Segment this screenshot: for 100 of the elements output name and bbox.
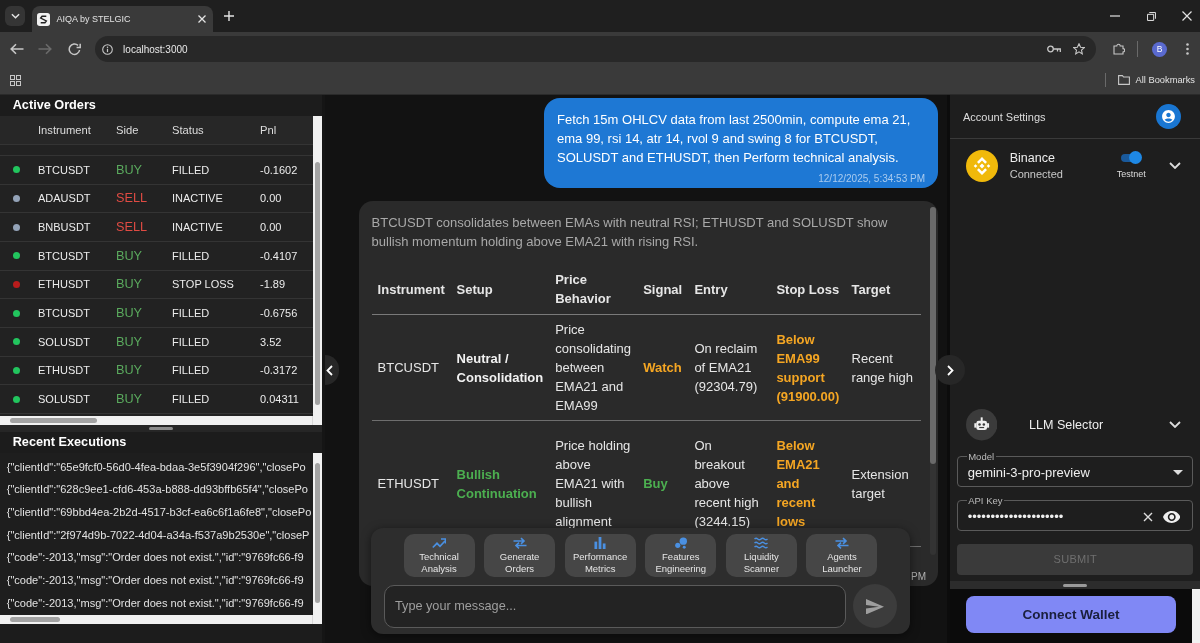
timestamp: PM <box>911 571 926 582</box>
table-cell-text: -0.6756 <box>259 307 299 320</box>
log-line: {"code":-2013,"msg":"Order does not exist.","id":"9769fc66-f9 <box>6 550 304 566</box>
model-select[interactable]: Model gemini-3-pro-preview <box>957 450 1194 487</box>
table-cell-text: STOP LOSS <box>171 278 235 291</box>
table-cell: Neutral / Consolidation <box>450 315 550 421</box>
star-icon[interactable] <box>1072 43 1085 55</box>
chevron-right-icon <box>946 364 954 376</box>
table-row[interactable]: SOLUSDT BUY FILLED 3.52 <box>0 327 313 357</box>
reload-icon[interactable] <box>67 42 81 56</box>
panel-title: Active Orders <box>11 97 96 114</box>
table-row[interactable]: BTCUSDT BUY FILLED -0.4107 <box>0 241 313 271</box>
table-row[interactable]: ADAUSDT SELL INACTIVE 0.00 <box>0 184 313 214</box>
table-cell-text: BUY <box>115 306 144 321</box>
scrollbar[interactable] <box>313 453 322 624</box>
connection-status: Connected <box>1009 166 1063 182</box>
column-header: Entry <box>688 264 771 315</box>
table-cell-text: FILLED <box>171 364 211 377</box>
quick-action-button[interactable]: Generate Orders <box>484 534 556 577</box>
exchange-logo-icon <box>965 149 998 182</box>
table-cell-text: BUY <box>115 392 144 407</box>
table-cell-text: 0.00 <box>259 192 283 205</box>
table-cell-text: SOLUSDT <box>37 335 91 348</box>
browser-tab[interactable]: AIQA by STELGIC <box>32 6 213 32</box>
table-row[interactable]: ETHUSDT BUY STOP LOSS -1.89 <box>0 270 313 300</box>
section-title: LLM Selector <box>1028 417 1105 432</box>
quick-action-button[interactable]: Liquidity Scanner <box>725 534 797 577</box>
close-icon[interactable] <box>197 15 206 23</box>
bar-chart-icon <box>593 537 608 550</box>
send-button[interactable] <box>853 584 897 629</box>
plus-icon[interactable] <box>224 11 234 21</box>
table-cell-text: BUY <box>115 248 144 263</box>
message-text: Fetch 15m OHLCV data from last 2500min, compute ema 21, ema 99, rsi 14, atr 14, rvol 9 and swing 8 for BTCUSDT, SOLUSDT and ETHUSDT, then Perform technical analysis. <box>557 111 912 168</box>
column-header: Pnl <box>259 124 278 136</box>
scrollbar[interactable] <box>930 207 936 555</box>
table-cell-text: SELL <box>115 191 149 206</box>
profile-button[interactable]: B <box>1152 41 1167 57</box>
swap-arrows-icon <box>835 537 849 550</box>
table-cell-text: BUY <box>115 277 144 292</box>
eye-icon[interactable] <box>1162 510 1181 523</box>
table-cell-text: FILLED <box>171 335 211 348</box>
scrollbar[interactable] <box>0 615 313 624</box>
log-line: {"code":-2013,"msg":"Order does not exist.","id":"9769fc66-f9 <box>6 573 304 589</box>
bubbles-icon <box>673 537 688 550</box>
chevron-left-icon <box>326 364 333 376</box>
panel-title: Account Settings <box>963 110 1047 123</box>
testnet-toggle[interactable] <box>1120 151 1143 165</box>
bookmarks-folder[interactable]: All Bookmarks <box>1117 75 1195 85</box>
log-line: {"code":-2013,"msg":"Order does not exist.","id":"9769fc66-f9 <box>6 595 304 611</box>
connect-wallet-button[interactable]: Connect Wallet <box>966 595 1176 633</box>
quick-action-button[interactable]: Technical Analysis <box>403 534 475 577</box>
chevron-down-icon[interactable] <box>1168 421 1181 429</box>
table-row[interactable]: BTCUSDT BUY FILLED -0.6756 <box>0 299 313 328</box>
robot-icon <box>966 409 998 441</box>
waves-icon <box>754 537 769 550</box>
table-row[interactable]: BTCUSDT BUY FILLED -0.1602 <box>0 156 313 185</box>
folder-icon <box>1117 75 1130 85</box>
puzzle-icon[interactable] <box>1112 43 1125 55</box>
menu-icon[interactable] <box>1186 43 1189 55</box>
chevron-down-icon[interactable] <box>1168 162 1181 170</box>
restore-icon[interactable] <box>1147 11 1156 21</box>
apps-grid-icon[interactable] <box>10 74 21 86</box>
table-cell-text: -0.1602 <box>259 163 299 176</box>
table-row[interactable]: ETHUSDT BUY FILLED -0.3172 <box>0 356 313 386</box>
back-arrow-icon[interactable] <box>10 43 24 55</box>
log-line: {"clientId":"2f974d9b-7022-4d04-a34a-f537a9b2530e","closeP <box>6 527 310 543</box>
table-cell-text: -0.4107 <box>259 249 299 262</box>
table-cell: Recent range high <box>845 315 921 421</box>
table-cell-text: -1.89 <box>259 278 287 291</box>
logo-icon <box>37 12 50 26</box>
table-cell-text: BTCUSDT <box>37 163 91 176</box>
chevron-down-icon <box>10 13 20 19</box>
table-cell-text: BNBUSDT <box>37 221 92 234</box>
table-row[interactable]: SOLUSDT BUY FILLED 0.04311 <box>0 385 313 414</box>
swap-arrows-icon <box>512 537 527 550</box>
clear-icon[interactable] <box>1143 511 1153 522</box>
timestamp: 12/12/2025, 5:34:53 PM <box>818 172 925 185</box>
account-icon[interactable] <box>1156 104 1182 129</box>
resize-handle[interactable] <box>950 581 1200 589</box>
quick-action-button[interactable]: Agents Launcher <box>806 534 878 577</box>
key-icon[interactable] <box>1046 45 1061 53</box>
send-icon <box>866 598 884 615</box>
table-cell-text: INACTIVE <box>171 221 224 234</box>
table-row[interactable]: BNBUSDT SELL INACTIVE 0.00 <box>0 213 313 242</box>
scrollbar[interactable] <box>1191 589 1200 643</box>
quick-action-button[interactable]: Features Engineering <box>645 534 717 577</box>
column-header: Instrument <box>371 264 451 315</box>
table-cell-text: FILLED <box>171 163 211 176</box>
trend-line-icon <box>432 537 446 550</box>
scrollbar[interactable] <box>313 116 322 425</box>
quick-action-button[interactable]: Performance Metrics <box>564 534 636 577</box>
scrollbar[interactable] <box>0 416 313 425</box>
table-cell-text: -0.3172 <box>259 364 299 377</box>
address-bar[interactable]: localhost:3000 <box>94 36 1096 62</box>
info-icon[interactable] <box>102 43 114 55</box>
table-cell-text: ETHUSDT <box>37 364 91 377</box>
tab-search-button[interactable] <box>5 6 25 26</box>
message-input[interactable]: Type your message... <box>384 584 846 628</box>
resize-handle[interactable] <box>0 425 322 432</box>
close-icon[interactable] <box>1182 11 1192 21</box>
